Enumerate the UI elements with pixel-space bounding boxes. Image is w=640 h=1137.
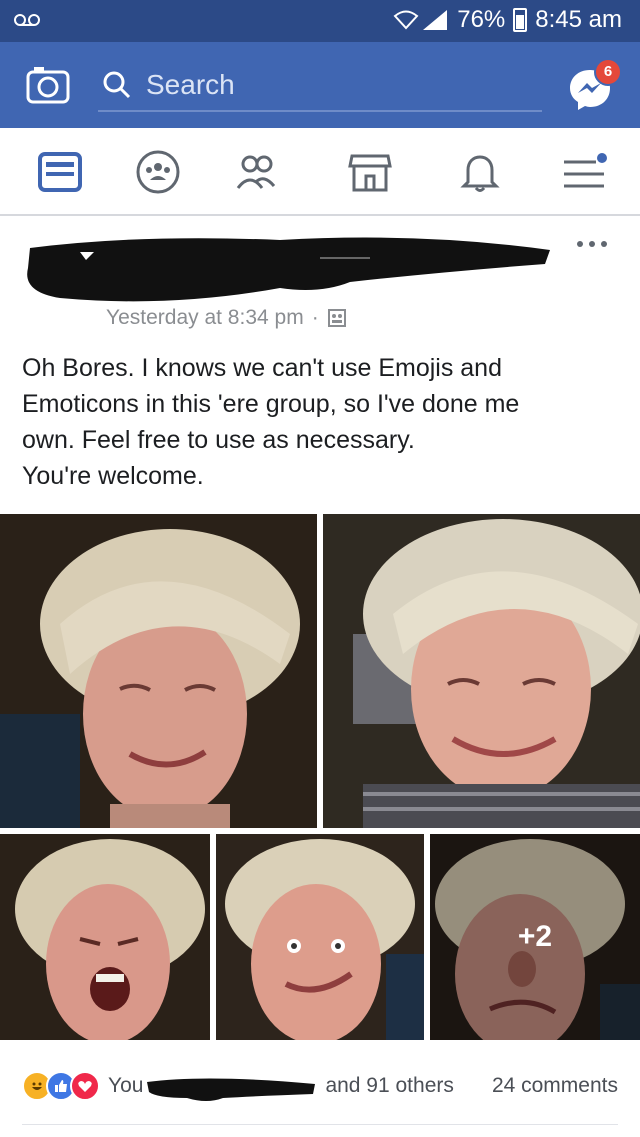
comments-count[interactable]: 24 comments bbox=[492, 1074, 618, 1098]
tab-bar bbox=[0, 128, 640, 216]
tab-marketplace[interactable] bbox=[344, 146, 396, 198]
friends-icon bbox=[236, 155, 276, 189]
tab-groups[interactable] bbox=[132, 146, 184, 198]
tab-news-feed[interactable] bbox=[34, 146, 86, 198]
reactions-summary[interactable]: You and 91 others bbox=[22, 1068, 454, 1104]
menu-icon bbox=[564, 153, 607, 188]
reactions-others: and 91 others bbox=[325, 1074, 454, 1097]
signal-wifi-icon bbox=[393, 10, 448, 30]
post-text-line: Oh Bores. I knows we can't use Emojis an… bbox=[22, 354, 502, 382]
more-photos-count: +2 bbox=[430, 834, 640, 1040]
search-icon bbox=[103, 71, 131, 99]
reactions-you: You bbox=[108, 1074, 144, 1097]
notifications-icon bbox=[460, 155, 500, 192]
voicemail-icon bbox=[14, 14, 40, 26]
post-photo[interactable] bbox=[0, 514, 317, 828]
tab-menu[interactable] bbox=[558, 146, 610, 198]
status-bar: 76% 8:45 am bbox=[0, 0, 640, 42]
post-photo[interactable] bbox=[216, 834, 424, 1040]
clock: 8:45 am bbox=[535, 6, 622, 33]
post-timestamp[interactable]: Yesterday at 8:34 pm bbox=[106, 306, 304, 330]
groups-icon bbox=[136, 150, 180, 194]
post-photo-more[interactable]: +2 bbox=[430, 834, 640, 1040]
search-input[interactable]: Search bbox=[98, 60, 542, 112]
divider bbox=[22, 1124, 618, 1125]
post-text-line: You're welcome. bbox=[22, 462, 204, 490]
feed-post: Yesterday at 8:34 pm · Oh Bores. I knows… bbox=[0, 216, 640, 1137]
redacted-names bbox=[147, 1078, 316, 1101]
post-body: Oh Bores. I knows we can't use Emojis an… bbox=[22, 350, 622, 494]
reaction-icons bbox=[22, 1071, 104, 1101]
marketplace-icon bbox=[348, 154, 392, 192]
love-icon bbox=[70, 1071, 100, 1101]
post-text-line: Emoticons in this 'ere group, so I've do… bbox=[22, 390, 520, 418]
tab-friends[interactable] bbox=[230, 146, 282, 198]
battery-percent: 76% bbox=[457, 6, 506, 33]
post-meta: Yesterday at 8:34 pm · bbox=[106, 306, 347, 330]
redacted-author-name bbox=[27, 237, 550, 302]
meta-separator: · bbox=[311, 306, 319, 329]
more-options-icon[interactable] bbox=[574, 238, 610, 250]
tab-notifications[interactable] bbox=[454, 146, 506, 198]
post-text-line: own. Feel free to use as necessary. bbox=[22, 426, 415, 454]
battery-icon bbox=[513, 8, 528, 32]
post-photo[interactable] bbox=[0, 834, 210, 1040]
app-bar: Search 6 bbox=[0, 42, 640, 128]
post-photo[interactable] bbox=[323, 514, 640, 828]
news-feed-icon bbox=[38, 152, 82, 192]
search-placeholder: Search bbox=[146, 69, 235, 100]
group-privacy-icon bbox=[327, 309, 346, 327]
camera-icon[interactable] bbox=[26, 66, 70, 104]
notification-badge: 6 bbox=[594, 58, 622, 86]
